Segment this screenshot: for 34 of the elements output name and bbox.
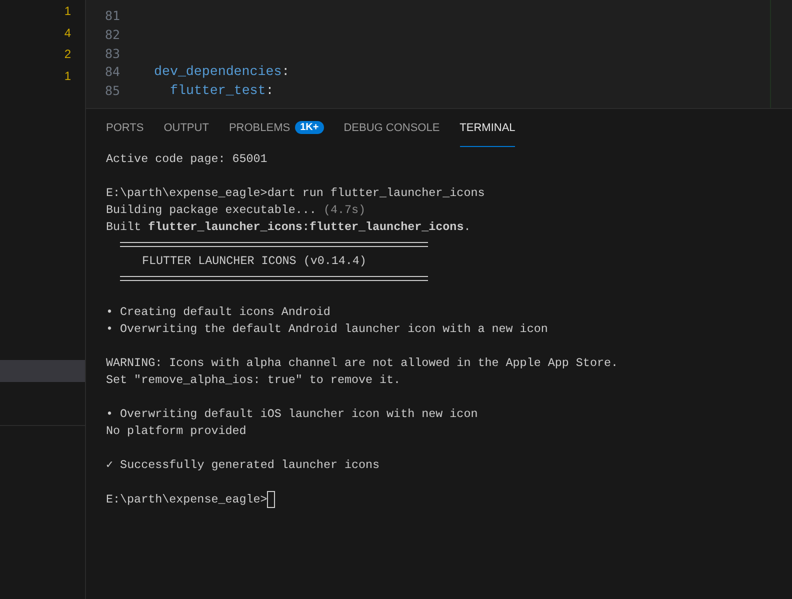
- panel-tab[interactable]: PROBLEMS 1K+: [228, 109, 324, 147]
- terminal-line: Building package executable... (4.7s): [106, 202, 366, 219]
- terminal-line: WARNING: Icons with alpha channel are not allowed in the Apple App Store.: [106, 355, 618, 372]
- terminal-prompt: E:\parth\expense_eagle>: [106, 492, 268, 507]
- code-token: flutter_test: [170, 82, 266, 100]
- banner-title: FLUTTER LAUNCHER ICONS (v0.14.4): [142, 253, 366, 270]
- problem-count: 1: [64, 68, 71, 84]
- problem-count: 2: [64, 46, 71, 62]
- line-number: 85: [104, 82, 120, 100]
- panel-tab[interactable]: OUTPUT: [164, 109, 209, 147]
- code-token: :: [282, 63, 290, 82]
- code-token: :: [266, 82, 274, 100]
- panel-tab[interactable]: PORTS: [106, 109, 144, 147]
- problem-count: 1: [64, 3, 71, 20]
- code-token: dev_dependencies: [154, 63, 282, 82]
- terminal-line: Built flutter_launcher_icons:flutter_launcher_icons.: [106, 219, 471, 236]
- problem-count: 4: [64, 24, 71, 41]
- terminal-line: • Overwriting the default Android launcher icon with a new icon: [106, 321, 548, 338]
- line-number: 83: [104, 44, 120, 63]
- terminal-line: Set "remove_alpha_ios: true" to remove it.: [106, 372, 401, 389]
- sidebar-item[interactable]: [0, 360, 85, 382]
- panel-tab[interactable]: DEBUG CONSOLE: [344, 109, 440, 147]
- terminal-line: ✓ Successfully generated launcher icons: [106, 457, 380, 474]
- terminal-line: Active code page: 65001: [106, 151, 268, 168]
- count-badge: 1K+: [295, 121, 324, 134]
- terminal-cursor: [267, 491, 276, 508]
- panel-tab[interactable]: TERMINAL: [460, 109, 516, 147]
- line-number: 82: [104, 26, 120, 44]
- terminal-line: E:\parth\expense_eagle>dart run flutter_launcher_icons: [106, 185, 485, 202]
- line-number: 84: [104, 63, 120, 82]
- terminal-line: • Creating default icons Android: [106, 304, 330, 321]
- line-number: 81: [104, 7, 120, 25]
- terminal-line: No platform provided: [106, 423, 246, 440]
- terminal-line: • Overwriting default iOS launcher icon with new icon: [106, 406, 478, 423]
